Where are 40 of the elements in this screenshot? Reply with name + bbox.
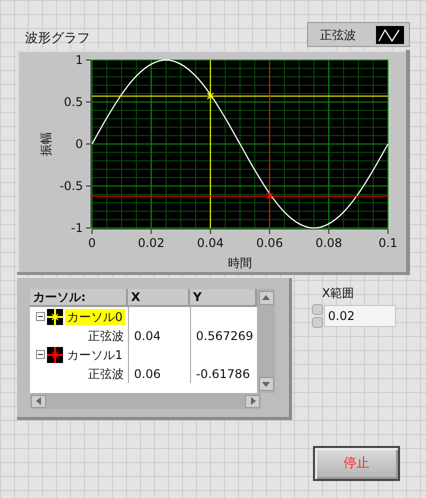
plot-name: 正弦波 [88,366,124,382]
table-cell-text: -0.61786 [196,366,250,382]
cursor-marker[interactable] [266,192,274,200]
cursor-name[interactable]: カーソル0 [65,308,125,324]
numeric-field[interactable]: 0.02 [324,305,396,327]
y-tick-label: -1 [71,221,83,235]
numeric-label: X範囲 [322,285,354,301]
column-header[interactable]: X [128,289,190,307]
x-axis-title: 時間 [228,256,252,270]
cursor-name[interactable]: カーソル1 [65,346,125,362]
horizontal-scrollbar[interactable] [30,393,261,409]
legend-label: 正弦波 [320,26,356,44]
x-tick-label: 0.08 [315,236,342,250]
column-header[interactable]: カーソル: [30,289,128,307]
x-tick-label: 0.06 [256,236,283,250]
plot-legend[interactable]: 正弦波 [307,22,410,47]
table-cell-text: 0.567269 [196,328,254,344]
x-tick-label: 0.02 [138,236,165,250]
collapse-icon[interactable] [36,350,45,359]
y-tick-label: 0 [75,137,83,151]
scroll-up-button[interactable] [258,291,274,305]
y-tick-label: 1 [75,53,83,67]
column-header[interactable]: Y [190,289,257,307]
x-tick-label: 0.1 [378,236,398,250]
table-cell-text: 0.04 [134,328,161,344]
table-cell-text: 0.06 [134,366,161,382]
graph-label: 波形グラフ [25,31,90,47]
scroll-right-button[interactable] [245,394,260,408]
scroll-down-button[interactable] [258,377,274,391]
x-tick-label: 0 [88,236,96,250]
y-tick-label: 0.5 [64,95,83,109]
vertical-scrollbar[interactable] [257,289,275,393]
plot-name: 正弦波 [88,328,124,344]
collapse-icon[interactable] [36,312,45,321]
x-tick-label: 0.04 [197,236,224,250]
line-sample-icon [376,26,404,44]
y-tick-label: -0.5 [60,179,83,193]
cursor-line[interactable] [92,196,388,197]
scroll-left-button[interactable] [31,394,46,408]
y-axis-title: 振幅 [39,132,53,156]
